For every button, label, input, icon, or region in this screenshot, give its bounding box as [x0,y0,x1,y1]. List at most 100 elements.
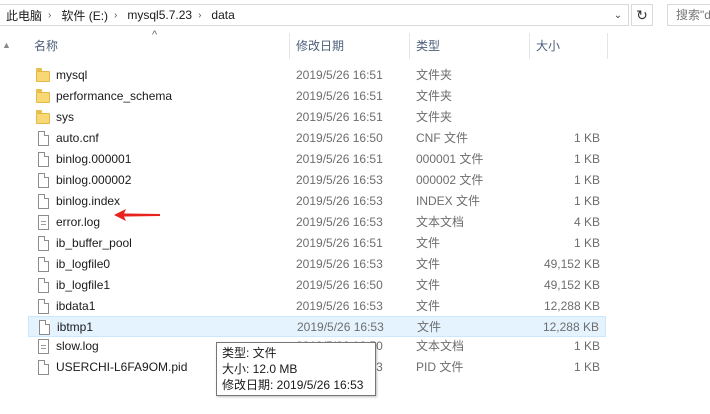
file-type: 文件夹 [416,68,453,82]
column-size[interactable]: 大小 [530,33,608,59]
file-size: 49,152 KB [543,278,600,292]
file-type: 文件 [416,299,441,313]
text-file-icon [36,339,50,354]
red-arrow-annotation [114,209,160,221]
file-name: ib_logfile0 [56,257,111,271]
file-row[interactable]: binlog.000001 2019/5/26 16:51 000001 文件 1 K… [28,149,606,170]
file-name: ibtmp1 [57,320,94,334]
file-row[interactable]: sys 2019/5/26 16:51 文件夹 [28,107,606,128]
file-row[interactable]: ib_buffer_pool 2019/5/26 16:51 文件 1 KB [28,233,606,254]
file-date: 2019/5/26 16:53 [296,215,383,229]
file-type: 文件 [417,320,442,334]
navigation-pane[interactable]: ▲ [0,30,14,414]
column-type[interactable]: 类型 [410,33,530,59]
file-icon [37,320,51,335]
breadcrumb-mysql[interactable]: mysql5.7.23 [121,8,194,22]
file-type: 文件 [416,236,441,250]
file-size: 1 KB [573,131,600,145]
refresh-icon: ↻ [636,6,648,23]
file-row[interactable]: mysql 2019/5/26 16:51 文件夹 [28,65,606,86]
file-icon [36,152,50,167]
file-date: 2019/5/26 16:53 [296,257,383,271]
breadcrumb-separator-icon[interactable]: › [44,10,55,21]
file-name: performance_schema [56,89,173,103]
breadcrumb-data[interactable]: data [205,8,236,22]
file-size: 1 KB [573,339,600,353]
file-icon [36,194,50,209]
file-icon [36,236,50,251]
file-type: INDEX 文件 [416,194,481,208]
folder-icon [36,89,50,104]
file-type: 000002 文件 [416,173,484,187]
file-name: ib_logfile1 [56,278,111,292]
folder-icon [36,110,50,125]
file-name: sys [56,110,74,124]
chevron-down-icon[interactable]: ⌄ [608,5,628,25]
file-row[interactable]: binlog.000002 2019/5/26 16:53 000002 文件 1 K… [28,170,606,191]
file-type: PID 文件 [416,360,464,374]
refresh-button[interactable]: ↻ [631,4,653,26]
file-size: 1 KB [573,360,600,374]
file-icon [36,257,50,272]
file-date: 2019/5/26 16:53 [296,194,383,208]
file-size: 12,288 KB [542,320,599,334]
tooltip-date: 修改日期: 2019/5/26 16:53 [222,378,364,392]
file-name: auto.cnf [56,131,99,145]
file-type: 000001 文件 [416,152,484,166]
file-name: error.log [56,215,101,229]
file-icon [36,278,50,293]
file-icon [36,299,50,314]
file-date: 2019/5/26 16:51 [296,110,383,124]
file-icon [36,360,50,375]
file-row[interactable]: ib_logfile0 2019/5/26 16:53 文件 49,152 KB [28,254,606,275]
address-bar[interactable]: 此电脑 › 软件 (E:) › mysql5.7.23 › data ⌄ [0,4,629,26]
column-name[interactable]: 名称 [28,33,290,59]
file-tooltip: 类型: 文件 大小: 12.0 MB 修改日期: 2019/5/26 16:53 [216,342,376,396]
address-row: 此电脑 › 软件 (E:) › mysql5.7.23 › data ⌄ ↻ 搜… [0,0,710,30]
file-date: 2019/5/26 16:53 [297,320,384,334]
file-type: 文件夹 [416,110,453,124]
file-row[interactable]: ib_logfile1 2019/5/26 16:50 文件 49,152 KB [28,275,606,296]
file-date: 2019/5/26 16:50 [296,131,383,145]
file-size: 1 KB [573,173,600,187]
file-date: 2019/5/26 16:51 [296,68,383,82]
file-icon [36,173,50,188]
file-date: 2019/5/26 16:51 [296,152,383,166]
file-date: 2019/5/26 16:53 [296,173,383,187]
file-type: 文件 [416,278,441,292]
file-row[interactable]: performance_schema 2019/5/26 16:51 文件夹 [28,86,606,107]
file-row[interactable]: ibtmp1 2019/5/26 16:53 文件 12,288 KB [28,316,606,337]
file-name: binlog.index [56,194,121,208]
breadcrumb-separator-icon[interactable]: › [194,10,205,21]
file-type: 文本文档 [416,339,465,353]
column-date[interactable]: 修改日期 [290,33,410,59]
file-date: 2019/5/26 16:53 [296,299,383,313]
file-date: 2019/5/26 16:50 [296,278,383,292]
file-row[interactable]: auto.cnf 2019/5/26 16:50 CNF 文件 1 KB [28,128,606,149]
file-name: ib_buffer_pool [56,236,132,250]
file-name: binlog.000002 [56,173,132,187]
file-type: CNF 文件 [416,131,468,145]
file-name: slow.log [56,339,99,353]
breadcrumb-drive-e[interactable]: 软件 (E:) [55,7,110,24]
breadcrumb-separator-icon[interactable]: › [110,10,121,21]
text-file-icon [36,215,50,230]
file-size: 12,288 KB [543,299,600,313]
breadcrumb-this-pc[interactable]: 此电脑 [0,7,44,24]
column-header: ^ 名称 修改日期 类型 大小 [28,29,610,59]
tooltip-type: 类型: 文件 [222,346,277,360]
search-input[interactable]: 搜索"d [667,4,710,26]
file-size: 1 KB [573,194,600,208]
file-size: 1 KB [573,152,600,166]
file-date: 2019/5/26 16:51 [296,89,383,103]
file-size: 1 KB [573,236,600,250]
file-type: 文本文档 [416,215,465,229]
scroll-up-icon[interactable]: ▲ [2,40,11,50]
file-name: mysql [56,68,88,82]
file-size: 49,152 KB [543,257,600,271]
file-row[interactable]: ibdata1 2019/5/26 16:53 文件 12,288 KB [28,296,606,317]
folder-icon [36,68,50,83]
file-size: 4 KB [573,215,600,229]
file-name: binlog.000001 [56,152,132,166]
tooltip-size: 大小: 12.0 MB [222,362,298,376]
